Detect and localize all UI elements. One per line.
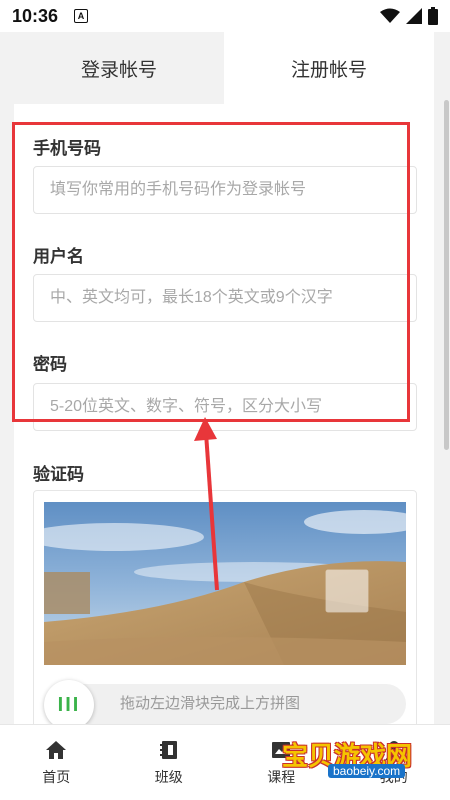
scrollbar[interactable] (444, 100, 449, 450)
tab-login[interactable]: 登录帐号 (14, 32, 224, 104)
notification-icon: A (74, 9, 89, 23)
nav-class[interactable]: 班级 (113, 725, 226, 800)
tab-register[interactable]: 注册帐号 (224, 32, 434, 104)
annotation-arrow-icon (194, 417, 219, 591)
status-icons (380, 7, 438, 25)
annotation-highlight-box (12, 122, 410, 422)
captcha-label: 验证码 (33, 465, 84, 484)
puzzle-target-slot (325, 569, 369, 613)
watermark-url: baobeiy.com (328, 764, 406, 778)
captcha-slider-hint: 拖动左边滑块完成上方拼图 (120, 695, 301, 712)
class-icon (159, 740, 177, 759)
puzzle-piece (44, 572, 90, 614)
status-time: 10:36 (12, 5, 59, 26)
wifi-icon (380, 8, 400, 23)
signal-icon (406, 8, 422, 24)
home-icon (46, 740, 67, 759)
captcha-slider-handle[interactable]: III (44, 680, 94, 730)
status-bar: 10:36 A (0, 0, 450, 32)
nav-class-label: 班级 (154, 768, 183, 785)
auth-tabs: 登录帐号 注册帐号 (14, 32, 434, 104)
nav-home[interactable]: 首页 (0, 725, 113, 800)
nav-home-label: 首页 (42, 768, 71, 785)
battery-icon (428, 7, 438, 25)
